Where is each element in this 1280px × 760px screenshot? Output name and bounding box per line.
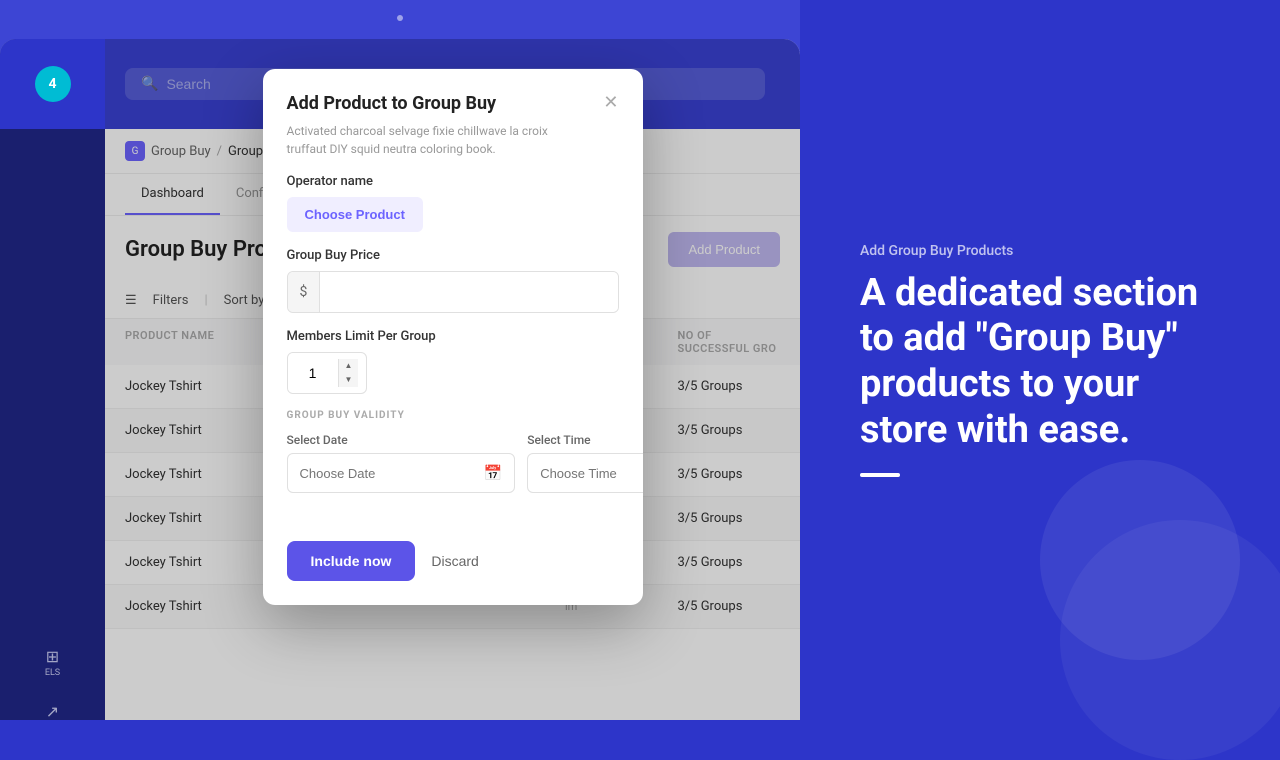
- right-panel: Add Group Buy Products A dedicated secti…: [800, 0, 1280, 720]
- sidebar-top: 4: [0, 39, 105, 129]
- date-input-wrapper[interactable]: 📅: [287, 453, 516, 493]
- time-input-wrapper[interactable]: 🕐: [527, 453, 642, 493]
- right-panel-subtitle: Add Group Buy Products: [860, 243, 1220, 259]
- sidebar-badge: 4: [35, 66, 71, 102]
- app-container: 4 ⊞ ELS ↗ tore: [0, 0, 1280, 720]
- right-panel-decoration2: [1060, 520, 1280, 760]
- sidebar-items: [0, 129, 105, 149]
- spinner-down-button[interactable]: ▼: [339, 373, 359, 387]
- sidebar-item-store[interactable]: ↗ tore: [0, 696, 105, 720]
- sidebar: 4 ⊞ ELS ↗ tore: [0, 39, 105, 720]
- date-time-row: Select Date 📅 Select Time: [287, 433, 619, 493]
- right-panel-divider: [860, 473, 900, 477]
- left-section: 4 ⊞ ELS ↗ tore: [0, 0, 800, 720]
- sidebar-bottom: ⊞ ELS ↗ tore: [0, 641, 105, 720]
- dot: [397, 15, 403, 21]
- modal-subtitle: Activated charcoal selvage fixie chillwa…: [287, 122, 567, 158]
- number-spinner: ▲ ▼: [338, 359, 359, 387]
- operator-name-label: Operator name: [287, 174, 619, 189]
- members-limit-input[interactable]: [288, 353, 338, 393]
- modal-title: Add Product to Group Buy: [287, 93, 567, 114]
- els-icon: ⊞: [46, 647, 59, 666]
- price-input-wrapper: $: [287, 271, 619, 313]
- price-prefix: $: [288, 272, 321, 312]
- include-now-button[interactable]: Include now: [287, 541, 416, 581]
- els-label: ELS: [45, 668, 60, 678]
- modal-close-button[interactable]: ✕: [603, 93, 618, 111]
- choose-product-button[interactable]: Choose Product: [287, 197, 423, 232]
- number-input-wrapper: ▲ ▼: [287, 352, 367, 394]
- group-buy-price-group: Group Buy Price $: [287, 248, 619, 313]
- sidebar-item-els[interactable]: ⊞ ELS: [0, 641, 105, 684]
- modal-header: Add Product to Group Buy Activated charc…: [263, 69, 643, 174]
- select-date-label: Select Date: [287, 433, 516, 447]
- store-icon: ↗: [46, 702, 59, 720]
- date-input[interactable]: [300, 466, 476, 481]
- calendar-icon: 📅: [484, 464, 503, 482]
- select-time-label: Select Time: [527, 433, 642, 447]
- members-limit-group: Members Limit Per Group ▲ ▼: [287, 329, 619, 394]
- members-limit-label: Members Limit Per Group: [287, 329, 619, 344]
- price-input[interactable]: [320, 272, 617, 312]
- validity-section-label: GROUP BUY VALIDITY: [287, 410, 619, 421]
- validity-group: GROUP BUY VALIDITY Select Date 📅: [287, 410, 619, 493]
- inner-app: 4 ⊞ ELS ↗ tore: [0, 39, 800, 720]
- right-panel-title: A dedicated section to add "Group Buy" p…: [860, 271, 1220, 453]
- time-input[interactable]: [540, 466, 642, 481]
- modal-footer: Include now Discard: [263, 525, 643, 605]
- spinner-up-button[interactable]: ▲: [339, 359, 359, 373]
- discard-button[interactable]: Discard: [431, 553, 478, 569]
- group-buy-price-label: Group Buy Price: [287, 248, 619, 263]
- modal-overlay: Add Product to Group Buy Activated charc…: [105, 39, 800, 720]
- dot-indicator: [0, 0, 800, 31]
- modal: Add Product to Group Buy Activated charc…: [263, 69, 643, 605]
- operator-name-group: Operator name Choose Product: [287, 174, 619, 232]
- modal-body: Operator name Choose Product Group Buy P…: [263, 174, 643, 525]
